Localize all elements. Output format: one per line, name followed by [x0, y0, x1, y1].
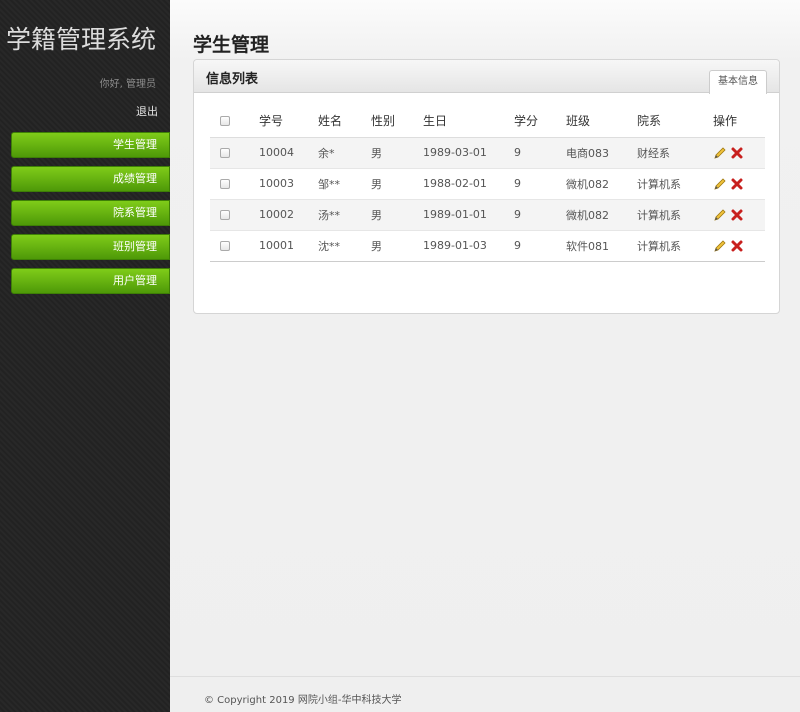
table-header-row: 学号 姓名 性别 生日 学分 班级 院系 操作	[210, 105, 765, 138]
cell-department: 计算机系	[637, 230, 713, 262]
cell-department: 财经系	[637, 137, 713, 169]
cell-credit: 9	[514, 230, 566, 262]
row-select-cell	[210, 168, 259, 200]
pencil-icon[interactable]	[713, 239, 727, 253]
cell-sex: 男	[371, 199, 423, 231]
cell-credit: 9	[514, 137, 566, 169]
user-greeting: 你好, 管理员	[99, 79, 156, 90]
row-checkbox[interactable]	[220, 148, 230, 158]
header-name: 姓名	[318, 105, 371, 138]
cell-name: 沈**	[318, 230, 371, 262]
cell-birthday: 1988-02-01	[423, 168, 514, 200]
table-row: 10001 沈** 男 1989-01-03 9 软件081 计算机系	[210, 230, 765, 262]
panel-header: 信息列表 基本信息	[194, 60, 779, 94]
delete-x-icon[interactable]	[730, 239, 744, 253]
cell-department: 计算机系	[637, 168, 713, 200]
sidebar-item-department-management[interactable]: 院系管理	[11, 200, 170, 226]
cell-student-id: 10003	[259, 168, 318, 200]
header-actions: 操作	[713, 105, 765, 138]
cell-name: 邹**	[318, 168, 371, 200]
row-checkbox[interactable]	[220, 179, 230, 189]
sidebar-item-user-management[interactable]: 用户管理	[11, 268, 170, 294]
cell-credit: 9	[514, 168, 566, 200]
student-table: 学号 姓名 性别 生日 学分 班级 院系 操作 10004 余* 男 1989-…	[210, 105, 765, 262]
copyright-text: © Copyright 2019 网院小组-华中科技大学	[204, 695, 402, 706]
cell-class: 微机082	[566, 168, 637, 200]
header-select-all	[210, 105, 259, 138]
row-select-cell	[210, 199, 259, 231]
cell-actions	[713, 137, 765, 169]
row-checkbox[interactable]	[220, 210, 230, 220]
cell-class: 电商083	[566, 137, 637, 169]
table-row: 10004 余* 男 1989-03-01 9 电商083 财经系	[210, 137, 765, 169]
cell-class: 软件081	[566, 230, 637, 262]
sidebar-item-student-management[interactable]: 学生管理	[11, 132, 170, 158]
sidebar-item-class-management[interactable]: 班别管理	[11, 234, 170, 260]
pencil-icon[interactable]	[713, 177, 727, 191]
logout-link[interactable]: 退出	[136, 103, 158, 119]
header-student-id: 学号	[259, 105, 318, 138]
delete-x-icon[interactable]	[730, 177, 744, 191]
pencil-icon[interactable]	[713, 208, 727, 222]
cell-birthday: 1989-01-01	[423, 199, 514, 231]
info-list-panel: 信息列表 基本信息 学号 姓名 性别 生日 学分 班级 院系 操作 10004 …	[193, 59, 780, 314]
sidebar-nav: 学生管理 成绩管理 院系管理 班别管理 用户管理	[11, 132, 170, 302]
page-title: 学生管理	[193, 34, 270, 56]
table-row: 10003 邹** 男 1988-02-01 9 微机082 计算机系	[210, 168, 765, 200]
header-department: 院系	[637, 105, 713, 138]
row-select-cell	[210, 230, 259, 262]
cell-sex: 男	[371, 230, 423, 262]
main-content: 学生管理 信息列表 基本信息 学号 姓名 性别 生日 学分 班级 院系 操作 1…	[170, 0, 800, 712]
sidebar-item-grade-management[interactable]: 成绩管理	[11, 166, 170, 192]
cell-birthday: 1989-01-03	[423, 230, 514, 262]
row-select-cell	[210, 137, 259, 169]
cell-credit: 9	[514, 199, 566, 231]
cell-sex: 男	[371, 168, 423, 200]
cell-student-id: 10004	[259, 137, 318, 169]
cell-actions	[713, 230, 765, 262]
header-birthday: 生日	[423, 105, 514, 138]
cell-birthday: 1989-03-01	[423, 137, 514, 169]
header-sex: 性别	[371, 105, 423, 138]
footer: © Copyright 2019 网院小组-华中科技大学	[170, 676, 800, 712]
cell-department: 计算机系	[637, 199, 713, 231]
sidebar: 学籍管理系统 你好, 管理员 退出 学生管理 成绩管理 院系管理 班别管理 用户…	[0, 0, 170, 712]
app-title: 学籍管理系统	[6, 25, 157, 54]
select-all-checkbox[interactable]	[220, 116, 230, 127]
cell-actions	[713, 199, 765, 231]
cell-actions	[713, 168, 765, 200]
cell-sex: 男	[371, 137, 423, 169]
table-row: 10002 汤** 男 1989-01-01 9 微机082 计算机系	[210, 199, 765, 231]
delete-x-icon[interactable]	[730, 146, 744, 160]
cell-student-id: 10001	[259, 230, 318, 262]
pencil-icon[interactable]	[713, 146, 727, 160]
cell-name: 汤**	[318, 199, 371, 231]
tab-basic-info[interactable]: 基本信息	[709, 70, 767, 94]
header-class: 班级	[566, 105, 637, 138]
panel-title: 信息列表	[206, 72, 259, 87]
delete-x-icon[interactable]	[730, 208, 744, 222]
cell-student-id: 10002	[259, 199, 318, 231]
header-credit: 学分	[514, 105, 566, 138]
row-checkbox[interactable]	[220, 241, 230, 251]
cell-name: 余*	[318, 137, 371, 169]
cell-class: 微机082	[566, 199, 637, 231]
